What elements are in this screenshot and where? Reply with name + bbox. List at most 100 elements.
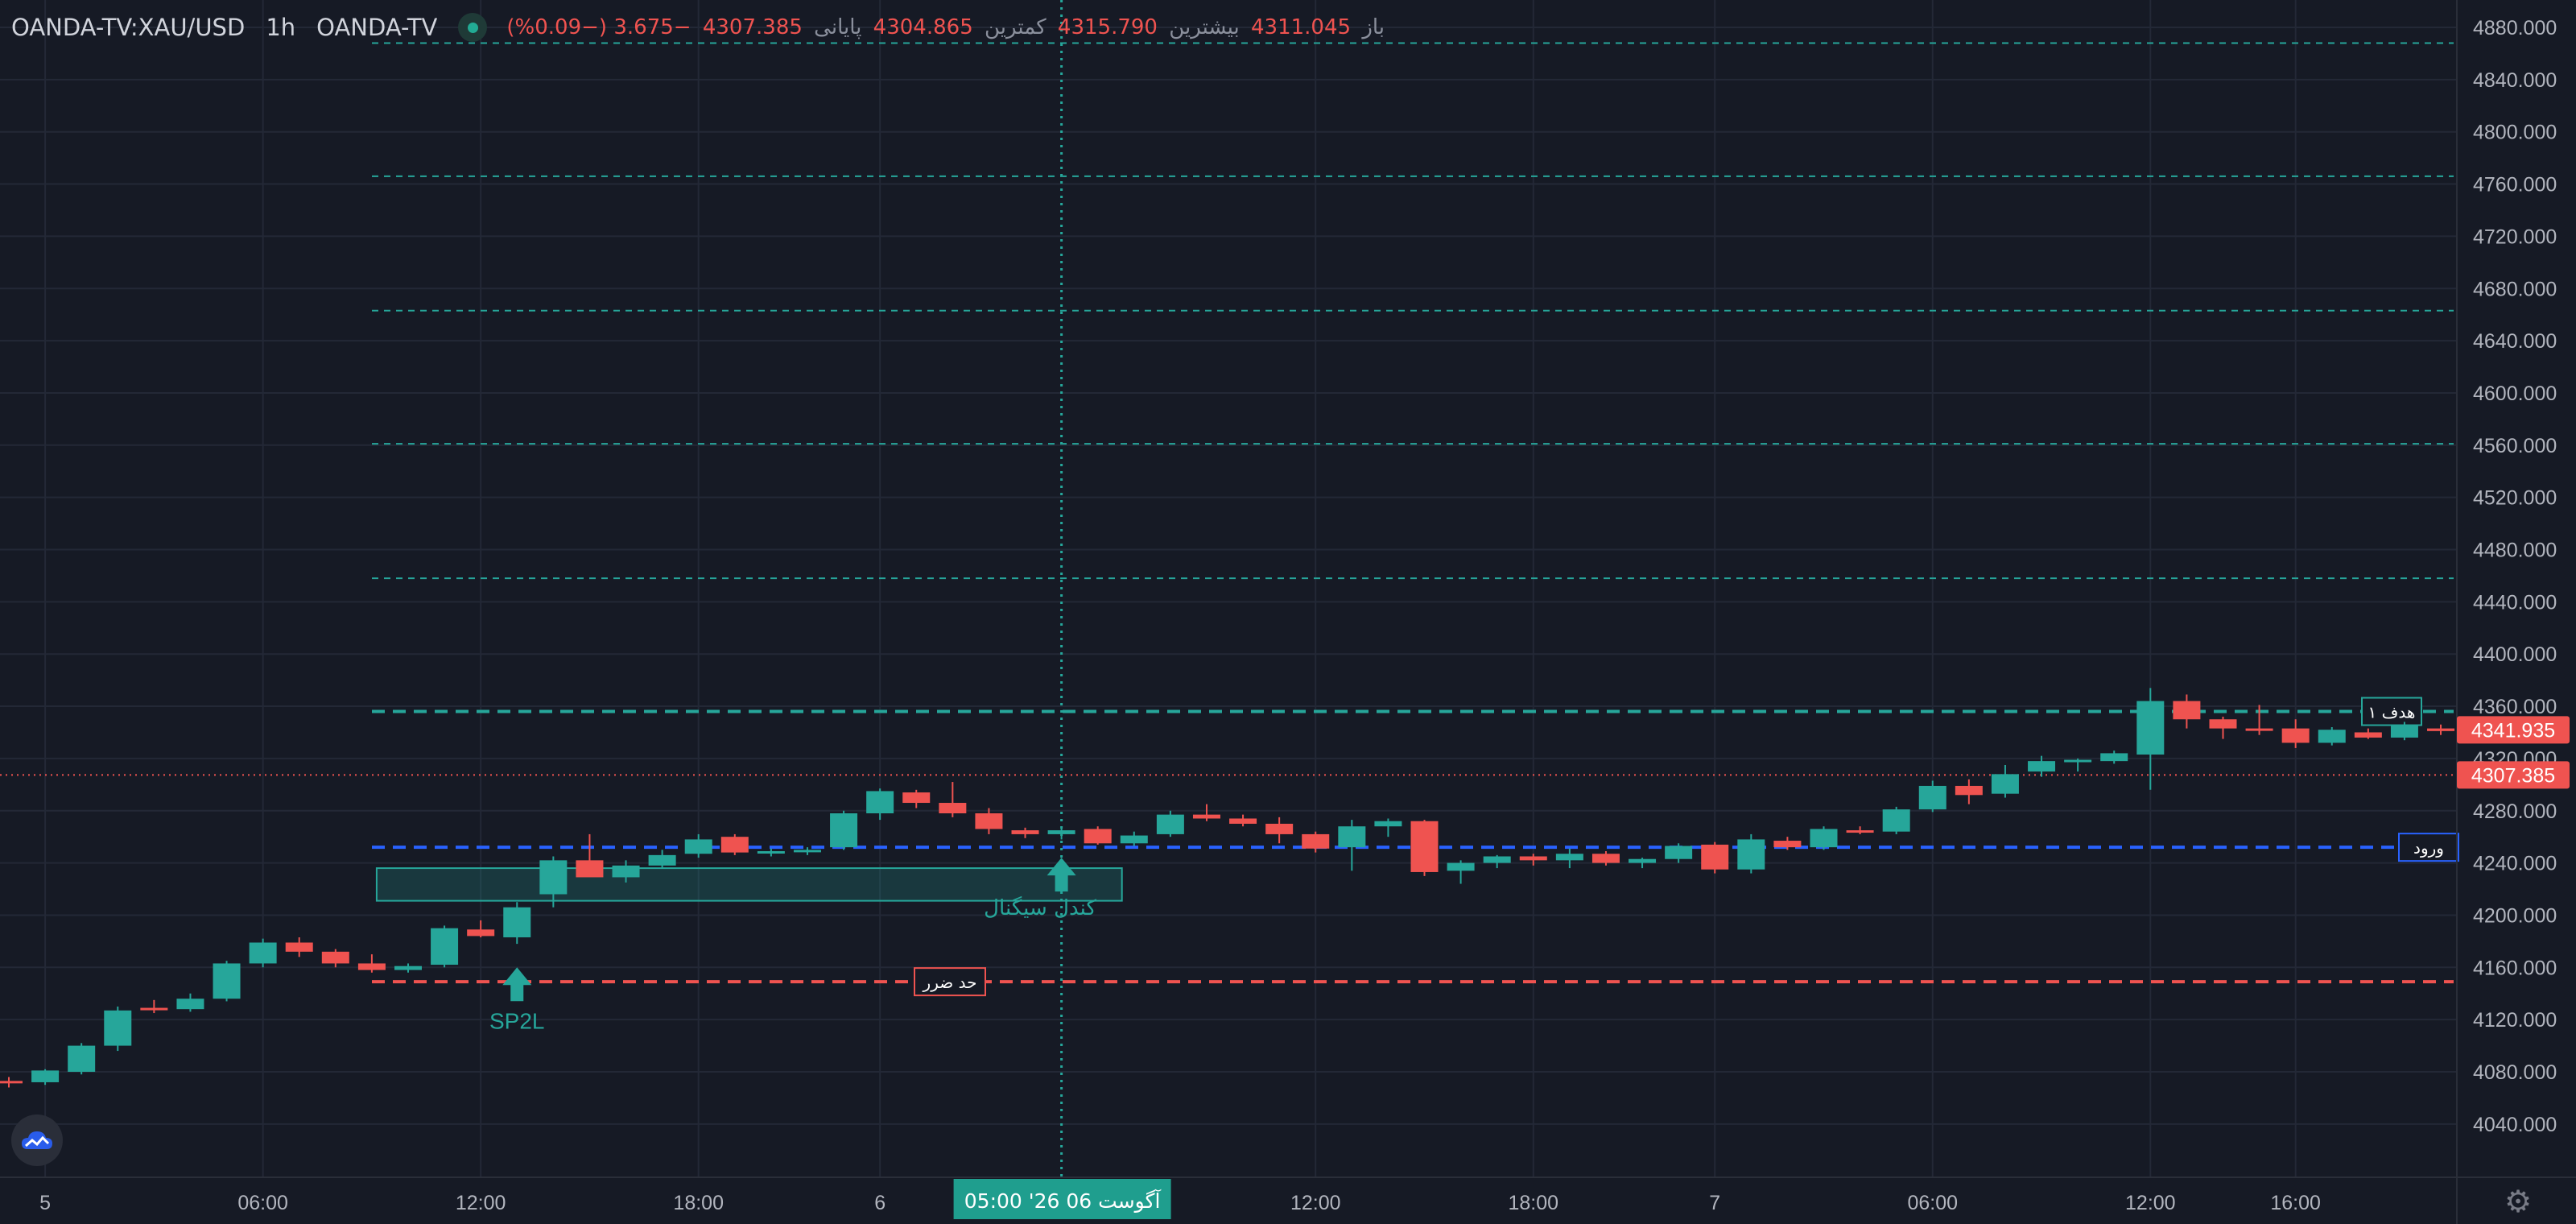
price-axis[interactable]: 4880.000 4840.000 4800.000 4760.000 4720.000… (2456, 0, 2570, 1224)
candle-body (2064, 759, 2092, 763)
candle-body (2318, 730, 2346, 743)
level-label: هدف ۱ (2368, 703, 2416, 722)
time-tick-label: 6 (874, 1192, 886, 1214)
chart-legend: OANDA-TV:XAU/USD 1h OANDA-TV باز 4311.04… (11, 8, 1389, 47)
ohlc-values: باز 4311.045 بیشترین 4315.790 کمترین 430… (506, 15, 1389, 39)
candle-body (2390, 726, 2418, 738)
price-label-text: 4341.935 (2471, 719, 2555, 742)
crosshair-time-label: 05:00 '26 آگوست 06 (964, 1189, 1162, 1213)
candle-body (1156, 814, 1184, 834)
price-tick-label: 4560.000 (2473, 435, 2557, 457)
price-tick-label: 4840.000 (2473, 69, 2557, 92)
candle-body (140, 1007, 168, 1011)
candle-body (431, 928, 459, 966)
price-tick-label: 4760.000 (2473, 174, 2557, 196)
level-label: حد ضرر (923, 973, 977, 992)
candle-body (720, 837, 749, 853)
candle-body (1955, 785, 1983, 796)
source-label: OANDA-TV (316, 14, 438, 41)
price-tick-label: 4240.000 (2473, 853, 2557, 875)
candle-body (539, 860, 568, 895)
close-value: 4307.385 (702, 15, 803, 39)
level-label: ورود (2413, 838, 2444, 858)
price-tick-label: 4440.000 (2473, 591, 2557, 614)
candle-body (104, 1010, 132, 1046)
price-tick-label: 4400.000 (2473, 643, 2557, 666)
close-label: پایانی (814, 15, 862, 39)
time-tick-label: 06:00 (237, 1192, 288, 1214)
candle-body (249, 942, 277, 964)
candle-body (1665, 846, 1693, 859)
open-value: 4311.045 (1251, 15, 1352, 39)
time-tick-label: 12:00 (456, 1192, 506, 1214)
high-value: 4315.790 (1057, 15, 1158, 39)
time-tick-label: 06:00 (1907, 1192, 1958, 1214)
price-tick-label: 4680.000 (2473, 278, 2557, 300)
time-tick-label: 18:00 (1508, 1192, 1558, 1214)
time-tick-label: 18:00 (673, 1192, 724, 1214)
candle-body (975, 813, 1003, 829)
candle-body (2427, 728, 2455, 731)
candle-body (357, 963, 386, 970)
candle-body (1629, 858, 1657, 863)
gear-icon[interactable]: ⚙ (2500, 1184, 2536, 1219)
low-value: 4304.865 (873, 15, 973, 39)
low-label: کمترین (985, 15, 1046, 39)
candle-body (1338, 826, 1366, 848)
candle-body (1265, 823, 1294, 834)
candle-body (176, 999, 204, 1010)
price-tick-label: 4080.000 (2473, 1061, 2557, 1084)
time-tick-label: 16:00 (2270, 1192, 2321, 1214)
candle-body (1447, 862, 1475, 871)
candle-body (939, 803, 967, 813)
high-label: بیشترین (1169, 15, 1240, 39)
signal-zone-label: کندل سیگنال (984, 895, 1096, 920)
candle-body (285, 942, 313, 952)
price-tick-label: 4040.000 (2473, 1114, 2557, 1136)
price-tick-label: 4360.000 (2473, 696, 2557, 718)
open-label: باز (1362, 15, 1385, 39)
candle-body (866, 791, 894, 813)
candle-body (1011, 830, 1039, 834)
candle-body (1701, 844, 1729, 870)
change-value: −3.675 (−0.09%) (506, 15, 691, 39)
candle-body (1591, 854, 1620, 863)
candle-body (68, 1045, 96, 1072)
signal-zone: کندل سیگنال (375, 867, 1123, 920)
market-status-icon[interactable] (458, 13, 488, 42)
candle-body (1519, 856, 1547, 861)
price-tick-label: 4800.000 (2473, 122, 2557, 144)
candle-body (1120, 835, 1148, 844)
candle-body (2209, 719, 2237, 729)
candle-body (902, 792, 931, 804)
candle-body (2028, 761, 2056, 772)
price-tick-label: 4120.000 (2473, 1009, 2557, 1032)
time-axis[interactable]: 5 06:00 12:00 18:00 6 12:00 18:00 7 06:00 12:00 16… (0, 1176, 2576, 1219)
candle-body (1302, 833, 1330, 849)
symbol-title[interactable]: OANDA-TV:XAU/USD (11, 14, 245, 41)
candle-body (503, 907, 531, 938)
price-tick-label: 4200.000 (2473, 904, 2557, 927)
price-chart[interactable]: هدف ۱ ورود حد ضرر کندل سیگنال SP2L 4880.00… (0, 0, 2576, 1224)
candle-body (2281, 728, 2310, 743)
candle-body (830, 813, 858, 848)
candle-body (31, 1070, 60, 1082)
candle-body (394, 966, 422, 970)
tradingview-cloud-icon[interactable] (11, 1114, 63, 1166)
candle-body (321, 951, 349, 964)
price-tick-label: 4600.000 (2473, 382, 2557, 405)
candle-body (1918, 785, 1946, 810)
candle-body (793, 850, 821, 853)
price-tick-label: 4520.000 (2473, 487, 2557, 510)
candle-body (1810, 829, 1838, 848)
candle-body (1555, 854, 1583, 861)
candle-body (648, 854, 676, 866)
candle-body (1229, 818, 1257, 824)
candle-body (1483, 856, 1511, 863)
candle-body (1084, 829, 1112, 844)
candle-body (684, 839, 712, 854)
candle-body (576, 860, 604, 878)
timeframe-label[interactable]: 1h (266, 14, 295, 41)
time-tick-label: 5 (39, 1192, 51, 1214)
price-tick-label: 4640.000 (2473, 330, 2557, 353)
